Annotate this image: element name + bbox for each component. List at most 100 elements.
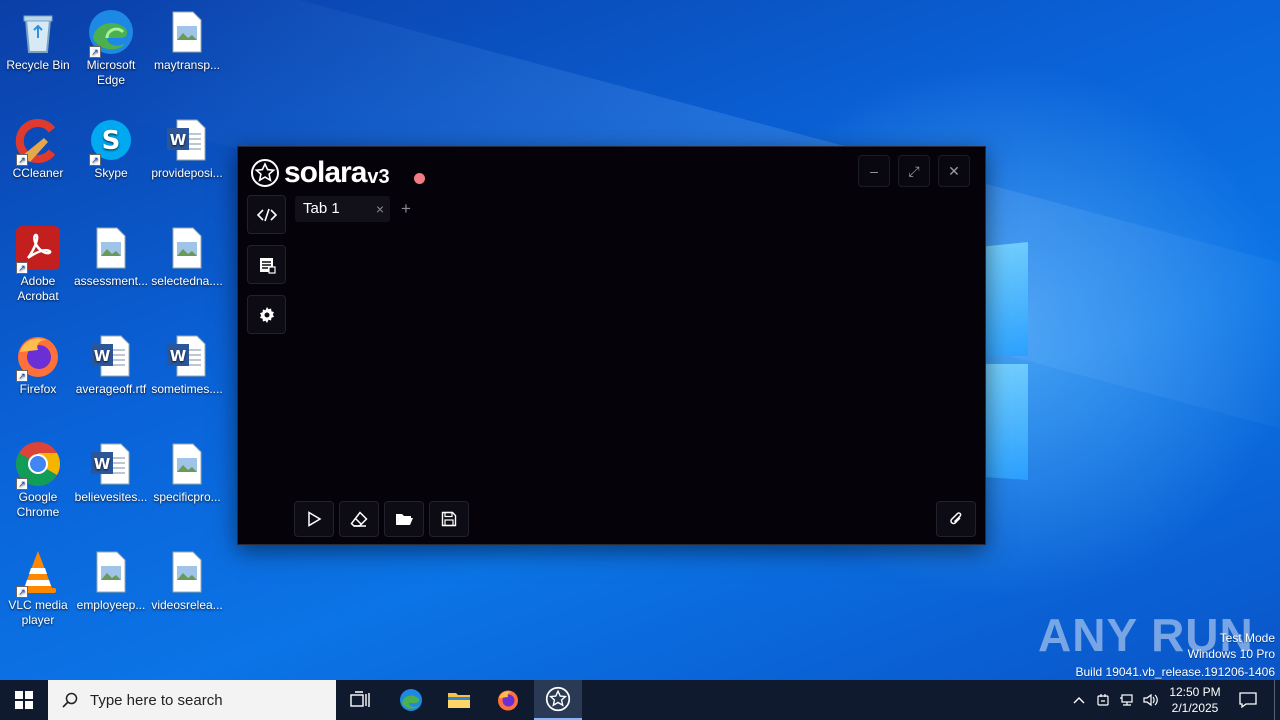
svg-text:W: W — [170, 347, 187, 365]
image-file-icon — [163, 8, 211, 56]
desktop-icon-label: Skype — [94, 166, 128, 180]
desktop-icon-maytransp[interactable]: maytransp... — [149, 8, 225, 73]
test-mode-text: Test Mode — [1219, 631, 1275, 645]
save-file-button[interactable] — [429, 501, 469, 537]
desktop-icon-google-chrome[interactable]: ↗ Google Chrome — [0, 440, 76, 520]
scripts-nav-button[interactable] — [247, 245, 286, 284]
desktop-icon-adobe-acrobat[interactable]: ↗ Adobe Acrobat — [0, 224, 76, 304]
image-file-icon — [163, 224, 211, 272]
svg-text:W: W — [94, 347, 111, 365]
folder-icon — [396, 514, 413, 525]
tray-device-button[interactable] — [1092, 680, 1114, 720]
eraser-icon — [350, 511, 368, 527]
task-view-icon — [350, 691, 370, 707]
desktop-icon-label: employeep... — [76, 598, 146, 612]
desktop-icon-provideposi[interactable]: W provideposi... — [149, 116, 225, 181]
build-text: Build 19041.vb_release.191206-1406 — [1075, 665, 1276, 679]
desktop-icon-label: CCleaner — [12, 166, 64, 180]
svg-text:W: W — [170, 131, 187, 149]
windows-start-icon — [15, 691, 33, 709]
desktop-icon-vlc[interactable]: ↗ VLC media player — [0, 548, 76, 628]
network-icon — [1120, 694, 1133, 706]
desktop-icon-label: Google Chrome — [16, 490, 60, 519]
close-icon: ✕ — [948, 162, 960, 179]
svg-text:W: W — [94, 455, 111, 473]
desktop-icon-label: Microsoft Edge — [86, 58, 136, 87]
image-file-icon — [163, 440, 211, 488]
attach-button[interactable] — [936, 501, 976, 537]
taskbar-firefox-button[interactable] — [485, 680, 531, 720]
editor-nav-button[interactable] — [247, 195, 286, 234]
desktop-icon-label: videosrelea... — [151, 598, 223, 612]
show-desktop-button[interactable] — [1274, 680, 1275, 720]
execute-button[interactable] — [294, 501, 334, 537]
action-center-button[interactable] — [1234, 680, 1262, 720]
desktop-icon-videosrelea[interactable]: videosrelea... — [149, 548, 225, 613]
open-file-button[interactable] — [384, 501, 424, 537]
speaker-icon — [1143, 693, 1158, 707]
vlc-icon: ↗ — [14, 548, 62, 598]
desktop-icon-label: Recycle Bin — [6, 58, 70, 72]
desktop-icon-employeep[interactable]: employeep... — [73, 548, 149, 613]
desktop-icon-selectedna[interactable]: selectedna.... — [149, 224, 225, 289]
chrome-icon: ↗ — [14, 440, 62, 490]
desktop-icon-specificpro[interactable]: specificpro... — [149, 440, 225, 505]
ccleaner-icon: ↗ — [14, 116, 62, 166]
start-button[interactable] — [0, 680, 48, 720]
status-indicator-dot — [414, 173, 425, 184]
desktop-icon-label: selectedna.... — [151, 274, 223, 288]
search-icon — [62, 692, 78, 708]
desktop-icon-label: averageoff.rtf — [75, 382, 147, 396]
task-view-button[interactable] — [340, 680, 380, 720]
word-file-icon: W — [87, 440, 135, 488]
desktop-icon-microsoft-edge[interactable]: ↗ Microsoft Edge — [73, 8, 149, 88]
desktop-icon-label: VLC media player — [8, 598, 68, 627]
tab-close-icon[interactable]: × — [376, 196, 384, 222]
acrobat-icon: ↗ — [14, 224, 62, 274]
taskbar-file-explorer-button[interactable] — [436, 680, 482, 720]
taskbar-search-box[interactable]: Type here to search — [48, 680, 336, 720]
desktop-icon-ccleaner[interactable]: ↗ CCleaner — [0, 116, 76, 181]
desktop-icon-label: sometimes.... — [151, 382, 223, 396]
image-file-icon — [87, 224, 135, 272]
desktop-icon-label: assessment... — [73, 274, 149, 288]
word-file-icon: W — [87, 332, 135, 380]
close-button[interactable]: ✕ — [938, 155, 970, 187]
svg-text:S: S — [102, 126, 121, 156]
script-list-icon — [259, 257, 276, 274]
desktop-icon-firefox[interactable]: ↗ Firefox — [0, 332, 76, 397]
desktop-icon-label: maytransp... — [153, 58, 221, 72]
clock-time: 12:50 PM — [1169, 685, 1221, 699]
minimize-button[interactable]: – — [858, 155, 890, 187]
desktop-icon-recycle-bin[interactable]: Recycle Bin — [0, 8, 76, 73]
tab-1[interactable]: Tab 1 × — [295, 196, 390, 222]
add-tab-button[interactable]: + — [401, 198, 411, 220]
recycle-bin-icon — [14, 8, 62, 56]
desktop-icon-sometimes[interactable]: W sometimes.... — [149, 332, 225, 397]
taskbar-solara-button[interactable] — [534, 680, 582, 720]
desktop-icon-label: specificpro... — [153, 490, 221, 504]
tray-network-button[interactable] — [1116, 680, 1138, 720]
image-file-icon — [87, 548, 135, 596]
maximize-button[interactable]: ⤢ — [898, 155, 930, 187]
desktop-icon-averageoff[interactable]: W averageoff.rtf — [73, 332, 149, 397]
notification-icon — [1239, 692, 1257, 708]
desktop-icon-believesites[interactable]: W believesites... — [73, 440, 149, 505]
firefox-icon — [498, 690, 518, 711]
search-placeholder: Type here to search — [90, 691, 223, 709]
desktop-icon-skype[interactable]: S ↗ Skype — [73, 116, 149, 181]
clear-button[interactable] — [339, 501, 379, 537]
word-file-icon: W — [163, 116, 211, 164]
tray-volume-button[interactable] — [1140, 680, 1162, 720]
show-hidden-icons-button[interactable] — [1068, 680, 1090, 720]
desktop-icon-assessment[interactable]: assessment... — [73, 224, 149, 289]
firefox-icon: ↗ — [14, 332, 62, 382]
taskbar-edge-button[interactable] — [388, 680, 434, 720]
taskbar: Type here to search 12:50 PM 2/1/2025 — [0, 680, 1280, 720]
taskbar-clock[interactable]: 12:50 PM 2/1/2025 — [1160, 684, 1230, 716]
device-icon — [1097, 694, 1109, 706]
gear-icon — [259, 306, 274, 323]
solara-star-icon — [545, 686, 571, 712]
settings-nav-button[interactable] — [247, 295, 286, 334]
play-icon — [308, 511, 322, 527]
